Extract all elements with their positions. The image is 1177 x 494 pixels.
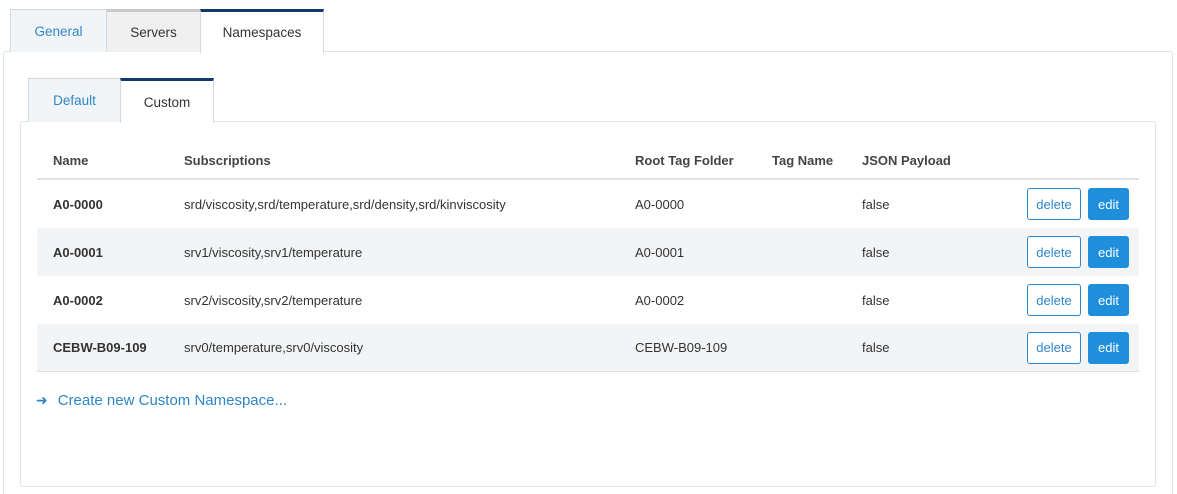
outer-tab-bar: General Servers Namespaces <box>10 9 324 53</box>
table-row: A0-0001 srv1/viscosity,srv1/temperature … <box>37 228 1139 276</box>
namespaces-table: Name Subscriptions Root Tag Folder Tag N… <box>37 143 1139 372</box>
cell-name: A0-0001 <box>53 244 103 260</box>
cell-root-tag-folder: CEBW-B09-109 <box>635 340 728 355</box>
cell-subscriptions: srv0/temperature,srv0/viscosity <box>184 340 364 355</box>
create-namespace-link[interactable]: ➜ Create new Custom Namespace... <box>36 392 287 409</box>
arrow-right-icon: ➜ <box>36 392 48 408</box>
row-actions: delete edit <box>1022 284 1139 316</box>
cell-subscriptions: srv1/viscosity,srv1/temperature <box>184 244 363 260</box>
table-header: Name Subscriptions Root Tag Folder Tag N… <box>37 143 1139 180</box>
delete-button[interactable]: delete <box>1027 188 1081 220</box>
cell-root-tag-folder: A0-0001 <box>635 244 685 260</box>
cell-name: A0-0000 <box>53 196 103 212</box>
header-subscriptions: Subscriptions <box>184 153 271 168</box>
header-name: Name <box>53 153 89 168</box>
cell-subscriptions: srd/viscosity,srd/temperature,srd/densit… <box>184 196 506 212</box>
cell-json-payload: false <box>862 340 890 355</box>
edit-button[interactable]: edit <box>1088 331 1129 364</box>
header-tag-name: Tag Name <box>772 153 834 168</box>
delete-button[interactable]: delete <box>1027 331 1081 364</box>
cell-subscriptions: srv2/viscosity,srv2/temperature <box>184 292 363 308</box>
table-row: A0-0002 srv2/viscosity,srv2/temperature … <box>37 276 1139 324</box>
row-actions: delete edit <box>1022 188 1139 220</box>
tab-namespaces[interactable]: Namespaces <box>200 9 324 53</box>
header-json-payload: JSON Payload <box>862 153 951 168</box>
cell-json-payload: false <box>862 244 890 260</box>
tab-custom[interactable]: Custom <box>120 78 214 123</box>
delete-button[interactable]: delete <box>1027 284 1081 316</box>
header-root-tag-folder: Root Tag Folder <box>635 153 734 168</box>
inner-tab-bar: Default Custom <box>28 78 214 123</box>
delete-button[interactable]: delete <box>1027 236 1081 268</box>
table-row: A0-0000 srd/viscosity,srd/temperature,sr… <box>37 180 1139 228</box>
cell-name: A0-0002 <box>53 292 103 308</box>
edit-button[interactable]: edit <box>1088 236 1129 268</box>
tab-general[interactable]: General <box>10 9 107 52</box>
cell-root-tag-folder: A0-0002 <box>635 292 685 308</box>
cell-root-tag-folder: A0-0000 <box>635 196 685 212</box>
edit-button[interactable]: edit <box>1088 284 1129 316</box>
create-namespace-label: Create new Custom Namespace... <box>57 392 287 409</box>
row-actions: delete edit <box>1022 236 1139 268</box>
tab-servers[interactable]: Servers <box>106 9 201 52</box>
table-row: CEBW-B09-109 srv0/temperature,srv0/visco… <box>37 324 1139 372</box>
tab-default[interactable]: Default <box>28 78 121 122</box>
cell-json-payload: false <box>862 292 890 308</box>
edit-button[interactable]: edit <box>1088 188 1129 220</box>
cell-name: CEBW-B09-109 <box>53 340 147 355</box>
row-actions: delete edit <box>1022 331 1139 364</box>
cell-json-payload: false <box>862 196 890 212</box>
